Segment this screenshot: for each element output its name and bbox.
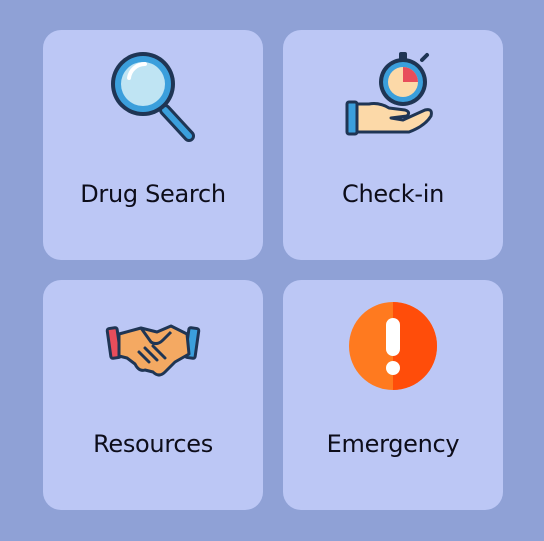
menu-grid: Drug Search Check-in Resources Emergency xyxy=(43,30,503,510)
exclamation-alert-icon xyxy=(345,298,441,394)
drug-search-tile[interactable]: Drug Search xyxy=(43,30,263,260)
check-in-tile[interactable]: Check-in xyxy=(283,30,503,260)
magnifying-glass-icon xyxy=(105,48,201,144)
drug-search-label: Drug Search xyxy=(80,180,226,208)
resources-label: Resources xyxy=(93,430,213,458)
emergency-tile[interactable]: Emergency xyxy=(283,280,503,510)
stopwatch-hand-icon xyxy=(345,48,441,144)
handshake-icon xyxy=(105,298,201,394)
check-in-label: Check-in xyxy=(342,180,444,208)
resources-tile[interactable]: Resources xyxy=(43,280,263,510)
emergency-label: Emergency xyxy=(326,430,460,458)
